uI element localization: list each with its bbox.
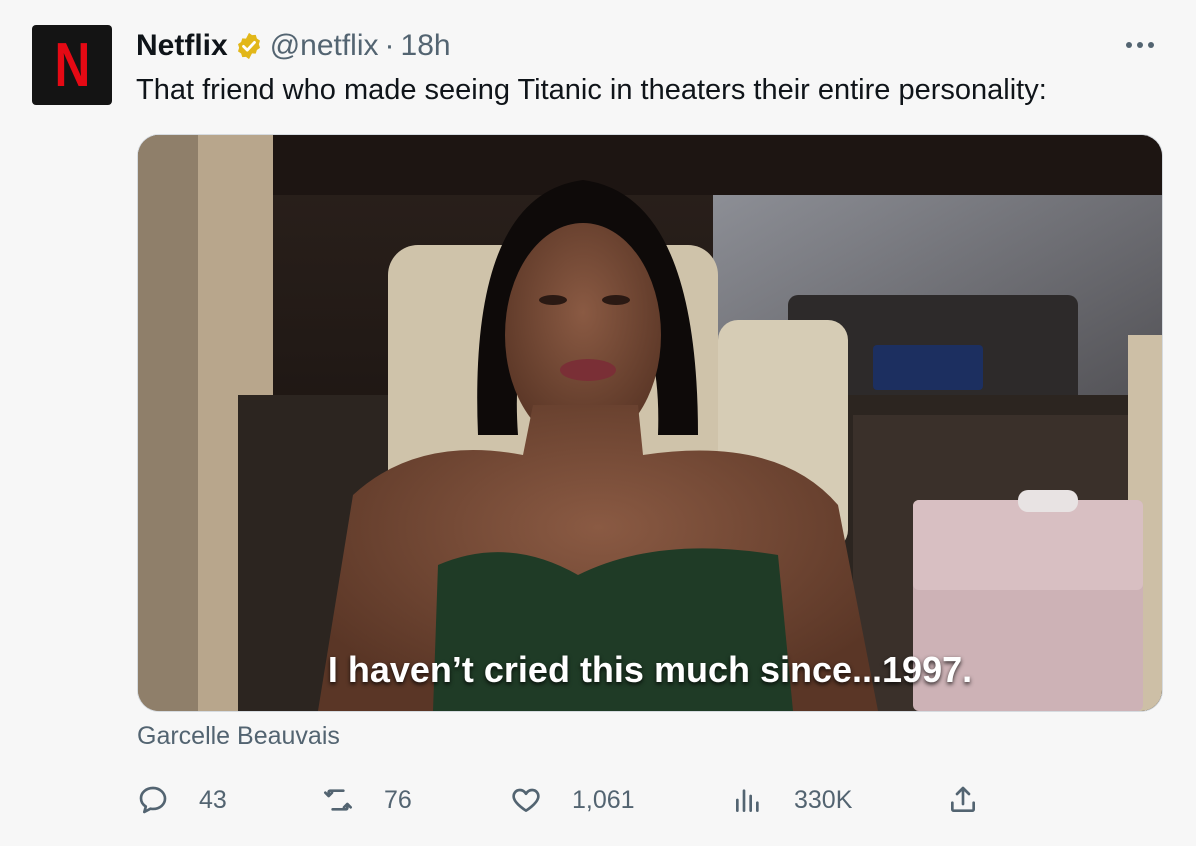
separator-dot: · (384, 29, 395, 62)
avatar-letter: N (54, 30, 90, 100)
tweet-actions: 43 76 1,061 330K (137, 780, 997, 820)
share-icon[interactable] (947, 780, 979, 820)
media-credit[interactable]: Garcelle Beauvais (137, 722, 340, 751)
views-chart-icon (732, 784, 764, 816)
netflix-avatar[interactable]: N (32, 25, 112, 105)
author-handle[interactable]: @netflix (270, 29, 379, 63)
reply-button[interactable]: 43 (137, 780, 227, 820)
author-name[interactable]: Netflix (136, 29, 228, 63)
retweet-icon (322, 784, 354, 816)
retweet-button[interactable]: 76 (322, 780, 412, 820)
tweet-media[interactable]: I haven’t cried this much since...1997. (137, 134, 1163, 712)
like-count: 1,061 (572, 785, 635, 814)
reply-icon (137, 784, 169, 816)
tweet-header: Netflix @netflix · 18h (136, 26, 451, 66)
reply-count: 43 (199, 785, 227, 814)
views-button[interactable]: 330K (732, 780, 852, 820)
like-button[interactable]: 1,061 (510, 780, 635, 820)
video-subtitle: I haven’t cried this much since...1997. (327, 649, 973, 690)
views-count: 330K (794, 785, 853, 814)
verified-badge-icon[interactable] (234, 31, 264, 61)
media-still-image (138, 135, 1162, 711)
more-options-icon[interactable] (1120, 28, 1160, 62)
tweet-text: That friend who made seeing Titanic in t… (136, 74, 1047, 106)
heart-icon (510, 784, 542, 816)
tweet-time[interactable]: 18h (401, 29, 451, 63)
retweet-count: 76 (384, 785, 412, 814)
